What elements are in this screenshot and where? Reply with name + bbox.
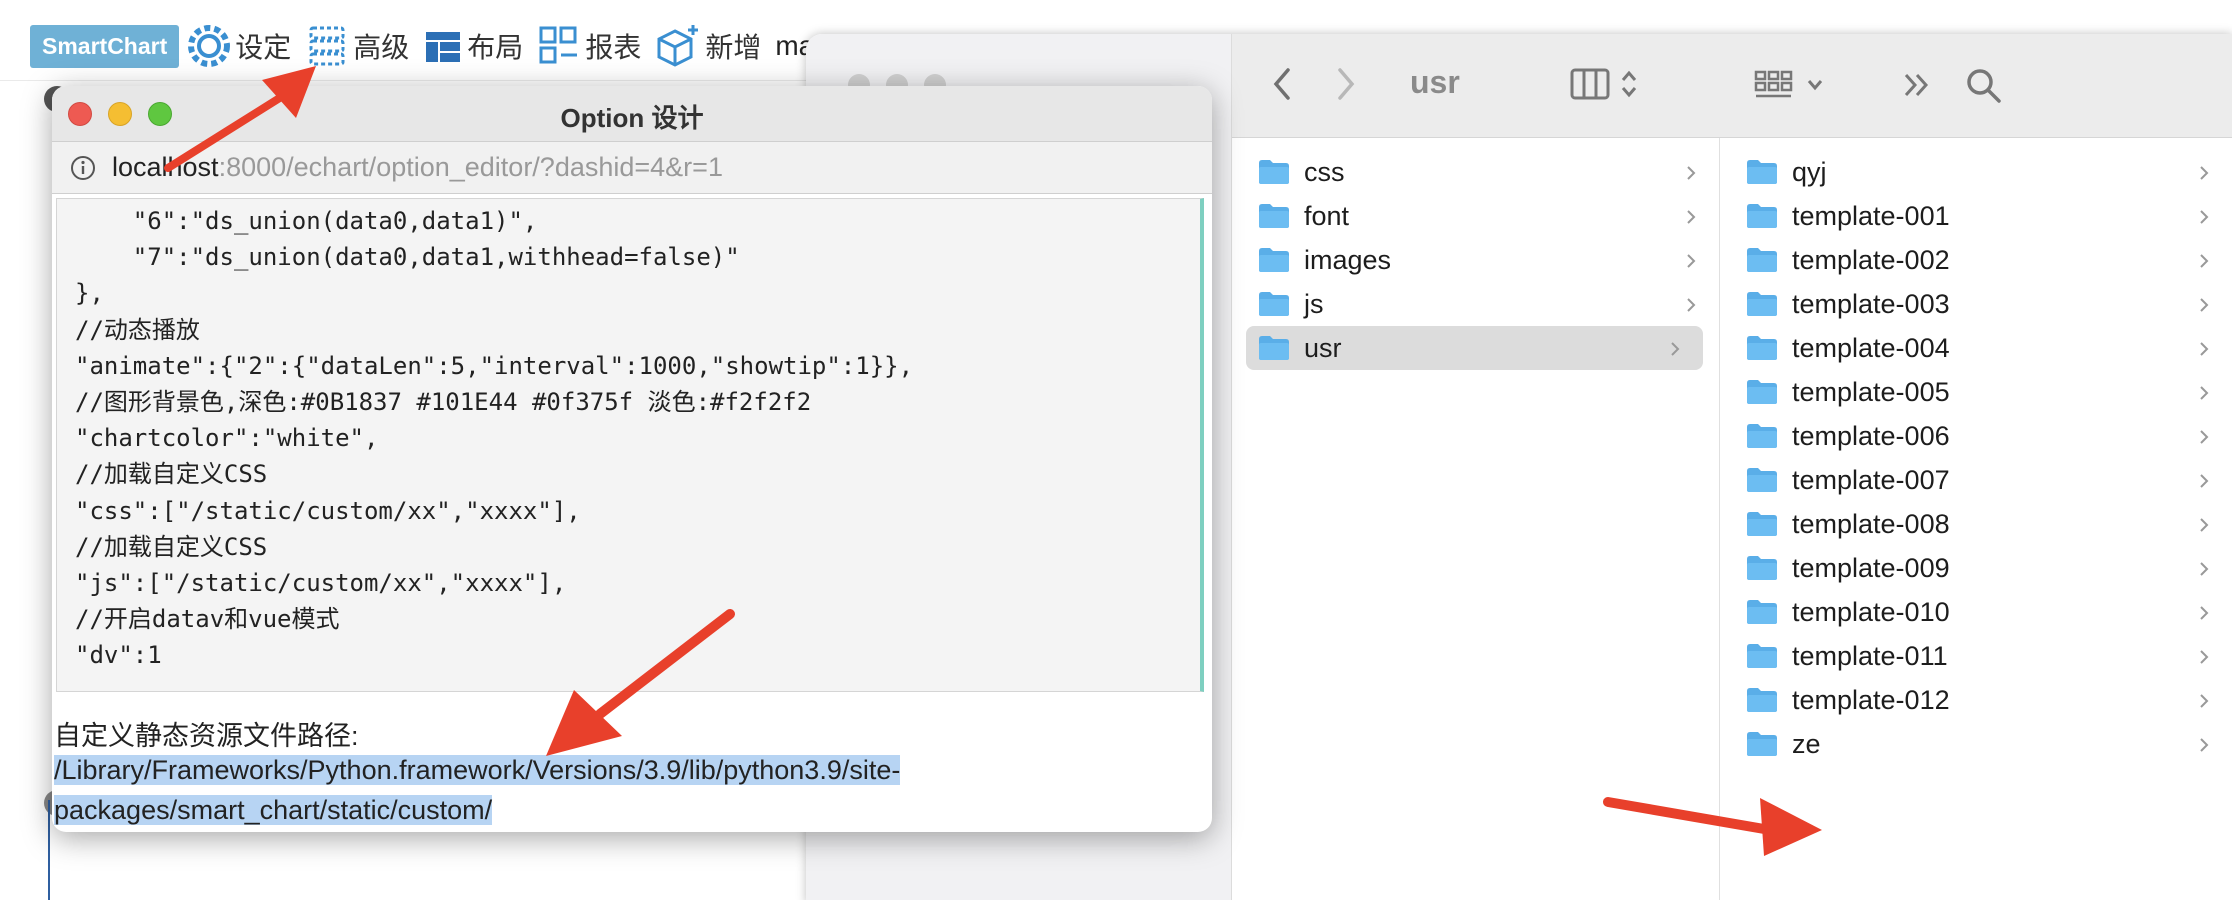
arrow-to-finder [1603, 797, 1822, 856]
arrow-to-advanced [164, 66, 316, 172]
arrow-to-static-path [546, 609, 735, 756]
annotation-arrows [164, 66, 1822, 856]
